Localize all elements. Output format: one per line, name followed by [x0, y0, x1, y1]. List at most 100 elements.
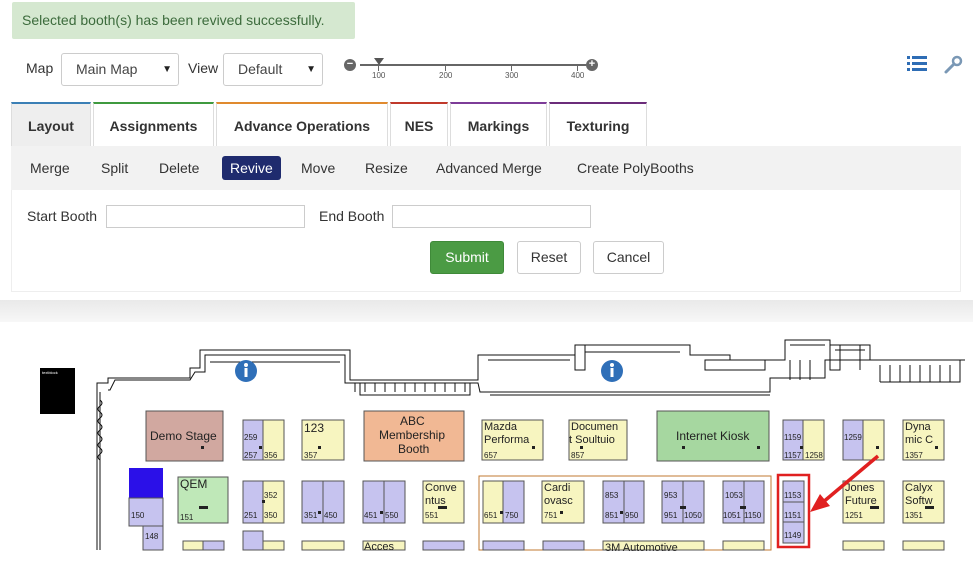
- booth-number: 657: [484, 451, 498, 460]
- booth-label: Dyna: [905, 421, 932, 433]
- booth-label: ntus: [425, 495, 446, 507]
- booth-number: 251: [244, 511, 258, 520]
- zoom-slider-track[interactable]: [360, 64, 586, 66]
- booth-number: 1351: [905, 511, 923, 520]
- booth-label: Calyx: [905, 482, 933, 494]
- start-booth-input[interactable]: [106, 205, 305, 228]
- accessibility-icon: [235, 360, 257, 382]
- booth-number: 953: [664, 491, 678, 500]
- tab-markings[interactable]: Markings: [450, 102, 547, 147]
- start-booth-label: Start Booth: [27, 208, 98, 224]
- booth-number: 151: [180, 513, 194, 522]
- tab-assignments[interactable]: Assignments: [93, 102, 214, 147]
- booth-number: 1259: [844, 433, 862, 442]
- booth-number: 150: [131, 511, 145, 520]
- zoom-out-icon[interactable]: −: [344, 59, 356, 71]
- booth-number: 1159: [784, 433, 802, 442]
- booth-label: 123: [304, 421, 324, 435]
- chevron-down-icon: ▼: [162, 64, 172, 75]
- view-label: View: [188, 60, 219, 76]
- booth-number: 551: [425, 511, 439, 520]
- booth-number: 1050: [684, 511, 702, 520]
- section-divider: [0, 300, 973, 322]
- zoom-tick-label: 200: [439, 71, 453, 80]
- tab-nes[interactable]: NES: [390, 102, 448, 147]
- booth-label: Cardi: [544, 482, 570, 494]
- booth-label: t Soultuio: [569, 434, 615, 446]
- accessibility-icon: [601, 360, 623, 382]
- revive-button[interactable]: Revive: [222, 156, 281, 180]
- booth-number: 357: [304, 451, 318, 460]
- tab-layout[interactable]: Layout: [11, 102, 91, 147]
- booth-label: QEM: [180, 477, 207, 491]
- booth-label: Conve: [425, 482, 457, 494]
- booth-label: Acces: [364, 541, 394, 553]
- zoom-slider-handle[interactable]: [374, 58, 384, 65]
- booth-number: 857: [571, 451, 585, 460]
- end-booth-label: End Booth: [319, 208, 385, 224]
- move-button[interactable]: Move: [293, 156, 343, 180]
- zoom-tick-label: 300: [505, 71, 519, 80]
- booth-number: 148: [145, 532, 159, 541]
- booth-label: Documen: [571, 421, 618, 433]
- booth-number: 651: [484, 511, 498, 520]
- resize-button[interactable]: Resize: [357, 156, 416, 180]
- map-select[interactable]: Main Map ▼: [61, 53, 179, 86]
- create-polybooths-button[interactable]: Create PolyBooths: [569, 156, 702, 180]
- merge-button[interactable]: Merge: [22, 156, 78, 180]
- booth-number: 951: [664, 511, 678, 520]
- booth-label: 3M Automotive: [605, 542, 678, 554]
- floor-plan[interactable]: textblock Demo Stage 259 257 356 123 357…: [0, 322, 973, 566]
- success-alert: Selected booth(s) has been revived succe…: [12, 2, 355, 39]
- booth-label: Performa: [484, 434, 530, 446]
- wrench-icon[interactable]: [943, 55, 963, 75]
- cancel-button[interactable]: Cancel: [593, 241, 664, 274]
- zoom-in-icon[interactable]: +: [586, 59, 598, 71]
- booth-number: 750: [505, 511, 519, 520]
- booth-label: mic C: [905, 434, 933, 446]
- split-button[interactable]: Split: [93, 156, 136, 180]
- blue-marker: [129, 468, 163, 498]
- booth-number: 1251: [845, 511, 863, 520]
- submit-button[interactable]: Submit: [430, 241, 504, 274]
- booth-label: Booth: [398, 442, 429, 456]
- booth-number: 1150: [744, 511, 762, 520]
- end-booth-input[interactable]: [392, 205, 591, 228]
- booth-number: 851: [605, 511, 619, 520]
- booth-label: Demo Stage: [150, 429, 217, 443]
- booth-label: Membership: [379, 428, 445, 442]
- view-select-value: Default: [238, 61, 283, 77]
- text-block-label: textblock: [42, 370, 58, 375]
- booth-label: Softw: [905, 495, 933, 507]
- booth-number: 1149: [784, 531, 802, 540]
- chevron-down-icon: ▼: [306, 64, 316, 75]
- booth-number: 853: [605, 491, 619, 500]
- booth-number: 1357: [905, 451, 923, 460]
- booth-number: 1053: [725, 491, 743, 500]
- booth-label: Internet Kiosk: [676, 429, 750, 443]
- booth-number: 351: [304, 511, 318, 520]
- reset-button[interactable]: Reset: [517, 241, 581, 274]
- booth-label: Future: [845, 495, 877, 507]
- booth-number: 751: [544, 511, 558, 520]
- advanced-merge-button[interactable]: Advanced Merge: [428, 156, 550, 180]
- booth-number: 950: [625, 511, 639, 520]
- booth-number: 1051: [723, 511, 741, 520]
- view-select[interactable]: Default ▼: [223, 53, 323, 86]
- booth-number: 450: [324, 511, 338, 520]
- booth-number: 350: [264, 511, 278, 520]
- booth-number: 257: [244, 451, 258, 460]
- booth-number: 1153: [784, 491, 802, 500]
- booth-number: 550: [385, 511, 399, 520]
- zoom-tick-label: 100: [372, 71, 386, 80]
- booth-label: Jones: [845, 482, 875, 494]
- tab-advance-operations[interactable]: Advance Operations: [216, 102, 388, 147]
- booth-number: 352: [264, 491, 278, 500]
- tab-texturing[interactable]: Texturing: [549, 102, 647, 147]
- booth-number: 1151: [784, 511, 802, 520]
- booth-label: ABC: [400, 414, 425, 428]
- booth-label: ovasc: [544, 495, 573, 507]
- map-label: Map: [26, 60, 54, 76]
- delete-button[interactable]: Delete: [151, 156, 207, 180]
- list-view-icon[interactable]: [907, 56, 927, 72]
